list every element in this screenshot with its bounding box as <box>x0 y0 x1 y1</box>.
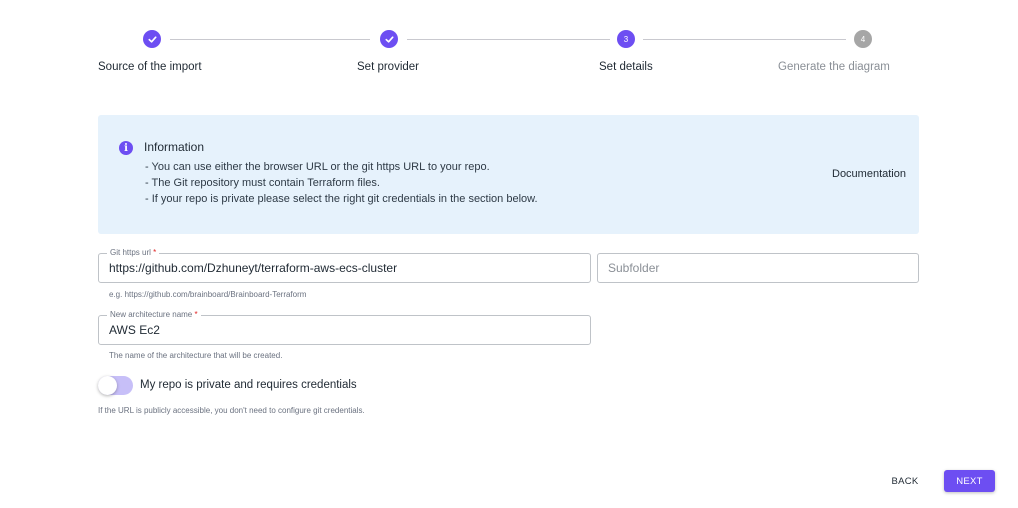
step-3-indicator: 3 <box>617 30 635 48</box>
architecture-name-field[interactable]: New architecture name * <box>98 309 591 345</box>
step-1-label: Source of the import <box>98 61 202 73</box>
info-icon: i <box>119 141 133 155</box>
git-url-field[interactable]: Git https url * <box>98 247 591 283</box>
information-panel: i Information - You can use either the b… <box>98 115 919 234</box>
step-3-label: Set details <box>599 61 653 73</box>
stepper: 3 4 Source of the import Set provider Se… <box>0 0 1018 90</box>
back-button[interactable]: BACK <box>882 470 928 492</box>
git-url-input[interactable] <box>99 254 590 282</box>
toggle-knob <box>98 376 117 395</box>
private-repo-label: My repo is private and requires credenti… <box>140 379 357 391</box>
private-repo-helper: If the URL is publicly accessible, you d… <box>98 406 365 415</box>
subfolder-field[interactable] <box>597 253 919 283</box>
git-url-label: Git https url * <box>107 247 160 259</box>
step-2-check-icon <box>380 30 398 48</box>
git-url-helper: e.g. https://github.com/brainboard/Brain… <box>109 290 307 299</box>
step-4-indicator: 4 <box>854 30 872 48</box>
private-repo-toggle[interactable] <box>98 376 133 395</box>
step-connector <box>643 39 846 40</box>
step-2-label: Set provider <box>357 61 420 73</box>
information-line: - You can use either the browser URL or … <box>145 161 490 173</box>
step-1-check-icon <box>143 30 161 48</box>
information-line: - If your repo is private please select … <box>145 193 538 205</box>
subfolder-input[interactable] <box>598 254 918 282</box>
step-connector <box>170 39 370 40</box>
architecture-name-label: New architecture name * <box>107 309 201 321</box>
step-connector <box>407 39 610 40</box>
information-line: - The Git repository must contain Terraf… <box>145 177 380 189</box>
architecture-name-helper: The name of the architecture that will b… <box>109 351 283 360</box>
information-title: Information <box>144 140 205 154</box>
next-button[interactable]: NEXT <box>944 470 995 492</box>
documentation-link[interactable]: Documentation <box>832 168 906 180</box>
step-4-label: Generate the diagram <box>778 61 890 73</box>
